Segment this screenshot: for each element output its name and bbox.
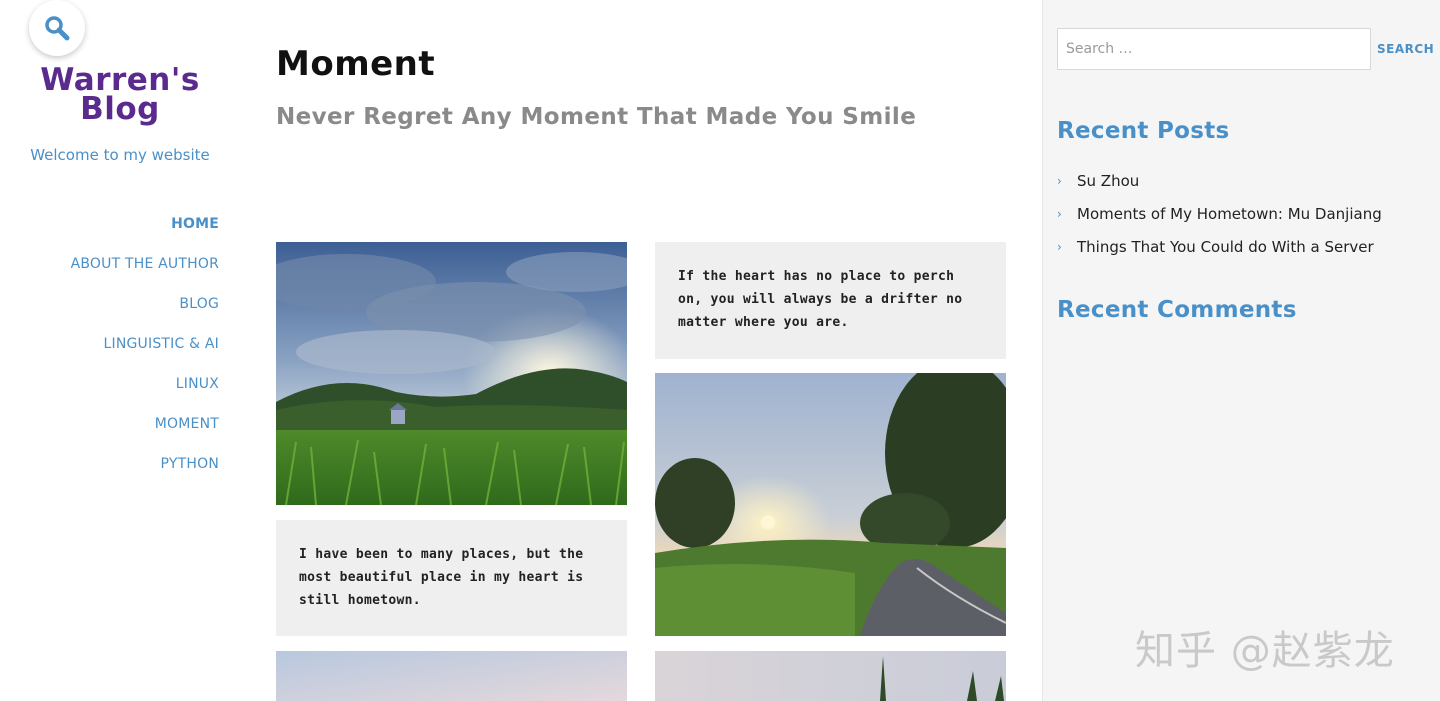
nav-item-python[interactable]: PYTHON bbox=[161, 452, 219, 476]
nav-item-moment[interactable]: MOMENT bbox=[155, 412, 219, 436]
page-title: Moment bbox=[276, 44, 436, 84]
nav-item-about-the-author[interactable]: ABOUT THE AUTHOR bbox=[71, 252, 219, 276]
site-tagline: Welcome to my website bbox=[30, 146, 210, 164]
list-item: › Su Zhou bbox=[1057, 164, 1382, 197]
landscape-photo-plants[interactable] bbox=[655, 651, 1006, 701]
quote-card-heart-perch: If the heart has no place to perch on, y… bbox=[655, 242, 1006, 359]
chevron-right-icon: › bbox=[1057, 206, 1062, 221]
nav-item-home[interactable]: HOME bbox=[171, 212, 219, 236]
watermark: 知乎 @赵紫龙 bbox=[1135, 628, 1395, 674]
chevron-right-icon: › bbox=[1057, 239, 1062, 254]
site-title-line2[interactable]: Blog bbox=[0, 94, 240, 125]
search-button[interactable]: SEARCH bbox=[1377, 42, 1434, 56]
recent-post-link[interactable]: Su Zhou bbox=[1077, 172, 1139, 190]
recent-posts-list: › Su Zhou › Moments of My Hometown: Mu D… bbox=[1057, 164, 1382, 263]
main-nav: HOME ABOUT THE AUTHOR BLOG LINGUISTIC & … bbox=[71, 212, 219, 492]
landscape-photo-sunset-road[interactable] bbox=[655, 373, 1006, 636]
right-sidebar: SEARCH Recent Posts › Su Zhou › Moments … bbox=[1042, 0, 1440, 701]
site-title[interactable]: Warren's Blog bbox=[0, 65, 240, 125]
recent-post-link[interactable]: Things That You Could do With a Server bbox=[1077, 238, 1374, 256]
recent-comments-title: Recent Comments bbox=[1057, 297, 1297, 323]
landscape-photo-sky[interactable] bbox=[276, 651, 627, 701]
chevron-right-icon: › bbox=[1057, 173, 1062, 188]
search-input[interactable] bbox=[1057, 28, 1371, 70]
nav-item-linux[interactable]: LINUX bbox=[176, 372, 219, 396]
main-content: Moment Never Regret Any Moment That Made… bbox=[276, 0, 1006, 701]
recent-posts-title: Recent Posts bbox=[1057, 118, 1230, 144]
quote-card-beautiful-place: I have been to many places, but the most… bbox=[276, 520, 627, 636]
list-item: › Moments of My Hometown: Mu Danjiang bbox=[1057, 197, 1382, 230]
search-toggle-button[interactable] bbox=[29, 0, 85, 56]
left-sidebar: Warren's Blog Welcome to my website HOME… bbox=[0, 0, 240, 701]
page-subtitle: Never Regret Any Moment That Made You Sm… bbox=[276, 104, 917, 130]
landscape-photo-cornfield[interactable] bbox=[276, 242, 627, 505]
nav-item-blog[interactable]: BLOG bbox=[179, 292, 219, 316]
nav-item-linguistic-ai[interactable]: LINGUISTIC & AI bbox=[104, 332, 220, 356]
recent-post-link[interactable]: Moments of My Hometown: Mu Danjiang bbox=[1077, 205, 1382, 223]
list-item: › Things That You Could do With a Server bbox=[1057, 230, 1382, 263]
search-icon bbox=[45, 16, 70, 41]
